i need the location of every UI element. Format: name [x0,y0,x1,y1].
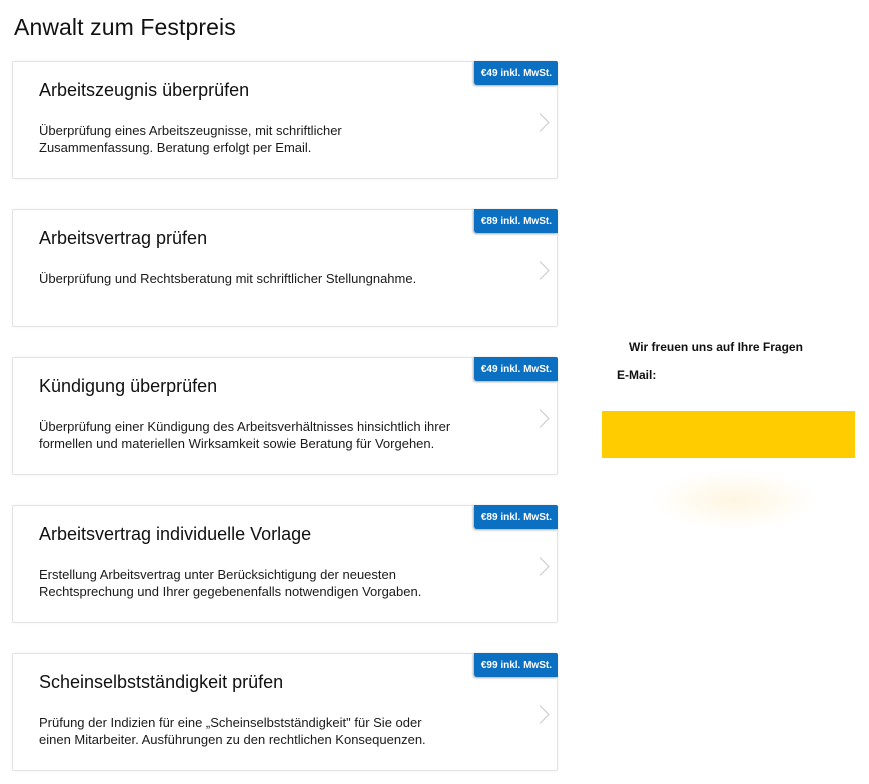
price-badge: €49 inkl. MwSt. [473,357,558,381]
service-description: Überprüfung einer Kündigung des Arbeitsv… [39,419,451,451]
price-badge: €89 inkl. MwSt. [473,209,558,233]
chevron-right-icon[interactable] [531,557,550,576]
service-description: Überprüfung eines Arbeitszeugnisse, mit … [39,123,342,155]
service-description: Überprüfung und Rechtsberatung mit schri… [39,271,417,286]
service-card-arbeitsvertrag-pruefen[interactable]: Arbeitsvertrag prüfen Überprüfung und Re… [12,209,558,327]
email-label: E-Mail: [617,368,657,382]
service-description: Erstellung Arbeitsvertrag unter Berücksi… [39,567,422,599]
service-title: Arbeitsvertrag individuelle Vorlage [39,524,312,544]
contact-panel: Wir freuen uns auf Ihre Fragen E-Mail: [590,0,869,784]
contact-heading: Wir freuen uns auf Ihre Fragen [629,340,803,354]
service-title: Arbeitsvertrag prüfen [39,228,208,248]
page-title: Anwalt zum Festpreis [14,14,236,40]
submit-button[interactable] [602,411,855,458]
chevron-right-icon[interactable] [531,261,550,280]
decorative-glow [650,470,820,530]
price-badge: €99 inkl. MwSt. [473,653,558,677]
service-card-arbeitsvertrag-vorlage[interactable]: Arbeitsvertrag individuelle Vorlage Erst… [12,505,558,623]
service-title: Arbeitszeugnis überprüfen [39,80,250,100]
service-title: Kündigung überprüfen [39,376,218,396]
page: Anwalt zum Festpreis Arbeitszeugnis über… [0,0,869,784]
chevron-right-icon[interactable] [531,409,550,428]
service-card-arbeitszeugnis[interactable]: Arbeitszeugnis überprüfen Überprüfung ei… [12,61,558,179]
chevron-right-icon[interactable] [531,705,550,724]
chevron-right-icon[interactable] [531,113,550,132]
service-card-scheinselbststaendigkeit[interactable]: Scheinselbstständigkeit prüfen Prüfung d… [12,653,558,771]
service-card-kuendigung[interactable]: Kündigung überprüfen Überprüfung einer K… [12,357,558,475]
service-description: Prüfung der Indizien für eine „Scheinsel… [39,715,426,747]
price-badge: €89 inkl. MwSt. [473,505,558,529]
service-title: Scheinselbstständigkeit prüfen [39,672,284,692]
email-field[interactable] [665,364,859,386]
price-badge: €49 inkl. MwSt. [473,61,558,85]
